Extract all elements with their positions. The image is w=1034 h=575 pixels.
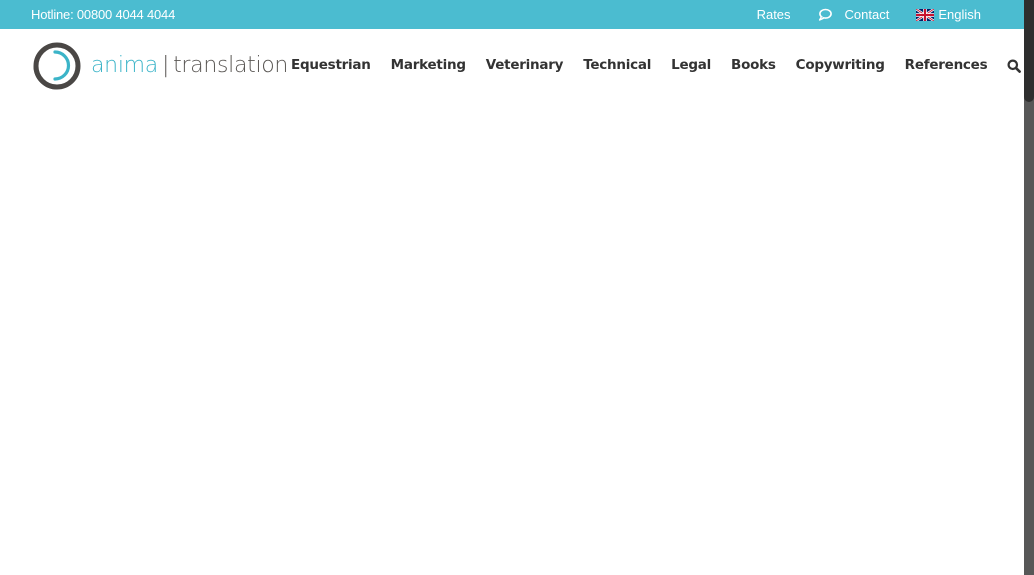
nav-item-books[interactable]: Books (731, 57, 776, 73)
contact-label: Contact (844, 7, 890, 22)
top-bar: Hotline: 00800 4044 4044 Rates Contact E… (0, 0, 1024, 29)
nav-item-references[interactable]: References (905, 57, 988, 73)
language-switcher[interactable]: English (915, 7, 981, 22)
scrollbar-thumb[interactable] (1024, 0, 1034, 102)
uk-flag-icon (915, 7, 936, 22)
language-label: English (938, 7, 981, 22)
logo-text: anima | translation (91, 55, 288, 77)
page: Hotline: 00800 4044 4044 Rates Contact E… (0, 0, 1024, 575)
header: anima | translation Equestrian Marketing V… (0, 29, 1024, 104)
nav-item-legal[interactable]: Legal (671, 57, 711, 73)
logo-ring-icon (32, 41, 82, 91)
logo-separator: | (161, 53, 170, 78)
logo[interactable]: anima | translation (32, 41, 288, 91)
nav-item-equestrian[interactable]: Equestrian (291, 57, 371, 73)
top-links: Rates Contact English (757, 7, 981, 22)
contact-link[interactable]: Contact (818, 7, 890, 22)
nav-item-technical[interactable]: Technical (583, 57, 651, 73)
rates-label: Rates (756, 7, 791, 22)
rates-link[interactable]: Rates (757, 7, 791, 22)
vertical-scrollbar[interactable] (1024, 0, 1034, 575)
chat-bubble-icon (818, 8, 832, 21)
logo-brand: anima (91, 53, 158, 78)
hotline-text: Hotline: 00800 4044 4044 (31, 7, 176, 22)
search-icon[interactable] (1007, 58, 1022, 73)
main-nav: Equestrian Marketing Veterinary Technica… (291, 57, 1022, 73)
nav-item-veterinary[interactable]: Veterinary (486, 57, 564, 73)
logo-suffix: translation (173, 53, 289, 78)
nav-item-copywriting[interactable]: Copywriting (796, 57, 885, 73)
nav-item-marketing[interactable]: Marketing (391, 57, 466, 73)
